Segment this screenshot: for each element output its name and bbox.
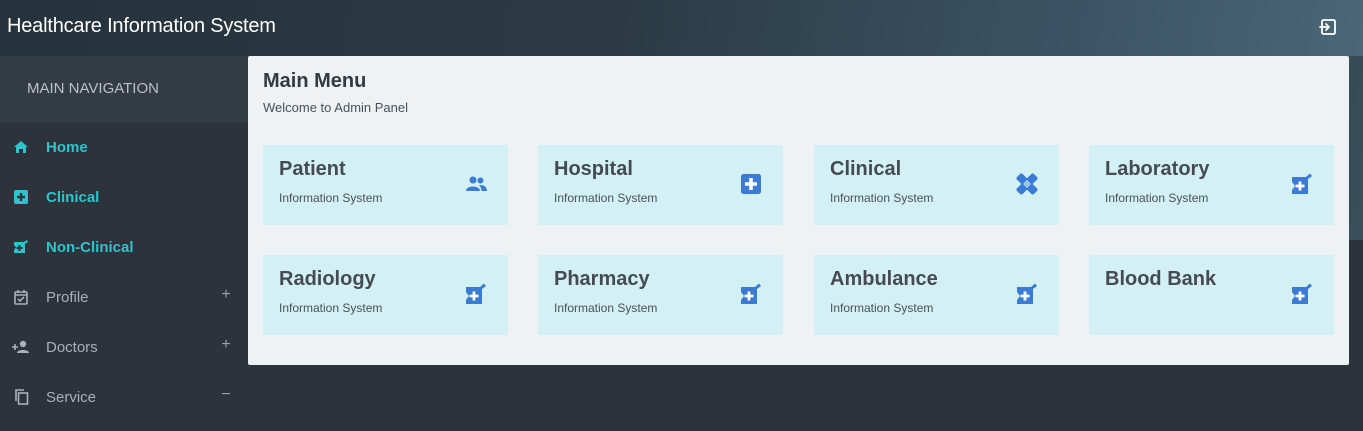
card-title: Hospital — [554, 158, 633, 180]
page-title: Main Menu — [263, 70, 367, 92]
card-subtitle: Information System — [1105, 191, 1209, 205]
copy-icon — [12, 388, 30, 406]
sidebar: MAIN NAVIGATION Home Clinical Non-Clinic… — [0, 56, 248, 431]
card-title: Ambulance — [830, 268, 938, 290]
sidebar-item-label: Non-Clinical — [46, 238, 134, 256]
app-title: Healthcare Information System — [7, 15, 276, 37]
card-subtitle: Information System — [830, 191, 934, 205]
page-subtitle: Welcome to Admin Panel — [263, 100, 408, 115]
pharmacy-icon — [12, 238, 30, 256]
card-laboratory[interactable]: Laboratory Information System — [1089, 145, 1334, 225]
card-title: Blood Bank — [1105, 268, 1217, 290]
sidebar-item-doctors[interactable]: Doctors + — [0, 322, 248, 372]
pharmacy-icon — [1290, 172, 1314, 196]
home-icon — [12, 138, 30, 156]
medical-plus-icon — [12, 188, 30, 206]
add-person-icon — [12, 338, 30, 356]
collapse-icon[interactable]: − — [220, 386, 232, 404]
card-title: Radiology — [279, 268, 376, 290]
sidebar-item-label: Clinical — [46, 188, 100, 206]
card-radiology[interactable]: Radiology Information System — [263, 255, 508, 335]
sidebar-item-non-clinical[interactable]: Non-Clinical — [0, 222, 248, 272]
top-bar: Healthcare Information System — [0, 0, 1363, 56]
hospital-plus-icon — [739, 172, 763, 196]
card-clinical[interactable]: Clinical Information System — [814, 145, 1059, 225]
card-subtitle: Information System — [279, 191, 383, 205]
main-menu-panel: Main Menu Welcome to Admin Panel Patient… — [248, 56, 1349, 365]
sidebar-header: MAIN NAVIGATION — [0, 56, 248, 122]
people-icon — [464, 172, 488, 196]
card-subtitle: Information System — [554, 191, 658, 205]
card-ambulance[interactable]: Ambulance Information System — [814, 255, 1059, 335]
logout-icon[interactable] — [1319, 18, 1337, 36]
expand-icon[interactable]: + — [220, 286, 232, 304]
card-pharmacy[interactable]: Pharmacy Information System — [538, 255, 783, 335]
sidebar-item-profile[interactable]: Profile + — [0, 272, 248, 322]
card-title: Pharmacy — [554, 268, 650, 290]
card-subtitle: Information System — [554, 301, 658, 315]
sidebar-item-home[interactable]: Home — [0, 122, 248, 172]
card-blood-bank[interactable]: Blood Bank — [1089, 255, 1334, 335]
expand-icon[interactable]: + — [220, 336, 232, 354]
sidebar-item-label: Service — [46, 388, 97, 406]
sidebar-item-label: Profile — [46, 288, 89, 306]
card-subtitle: Information System — [279, 301, 383, 315]
sidebar-item-service[interactable]: Service − — [0, 372, 248, 422]
pharmacy-icon — [739, 282, 763, 306]
bandage-icon — [1015, 172, 1039, 196]
calendar-check-icon — [12, 288, 30, 306]
pharmacy-icon — [464, 282, 488, 306]
card-title: Laboratory — [1105, 158, 1210, 180]
card-patient[interactable]: Patient Information System — [263, 145, 508, 225]
sidebar-item-clinical[interactable]: Clinical — [0, 172, 248, 222]
sidebar-item-label: Doctors — [46, 338, 98, 356]
card-title: Patient — [279, 158, 346, 180]
card-title: Clinical — [830, 158, 902, 180]
card-subtitle: Information System — [830, 301, 934, 315]
card-hospital[interactable]: Hospital Information System — [538, 145, 783, 225]
pharmacy-icon — [1290, 282, 1314, 306]
sidebar-item-label: Home — [46, 138, 88, 156]
pharmacy-icon — [1015, 282, 1039, 306]
